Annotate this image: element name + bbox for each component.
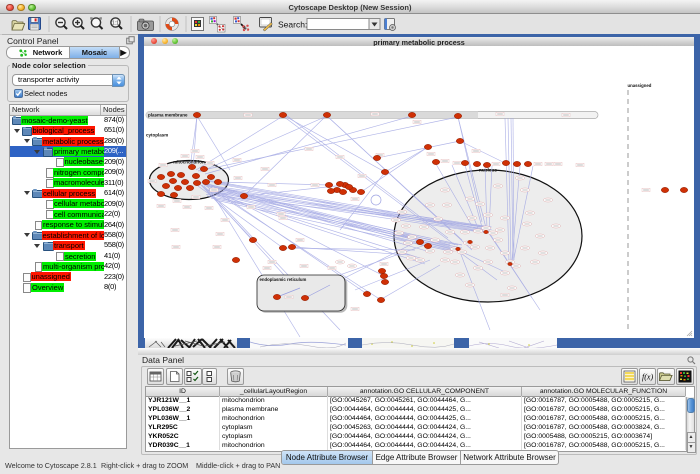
svg-text:f(x): f(x) (642, 373, 653, 382)
svg-text:1:1: 1:1 (112, 21, 119, 27)
svg-text:nucleus: nucleus (479, 168, 497, 174)
svg-text:plasma membrane: plasma membrane (148, 113, 188, 118)
svg-text:unassigned: unassigned (628, 83, 652, 88)
svg-text:cytoplasm: cytoplasm (146, 133, 168, 138)
svg-text:endoplasmic reticulum: endoplasmic reticulum (260, 277, 307, 282)
svg-text:mitochondrion: mitochondrion (173, 160, 205, 165)
svg-text:Search:: Search: (278, 20, 307, 30)
